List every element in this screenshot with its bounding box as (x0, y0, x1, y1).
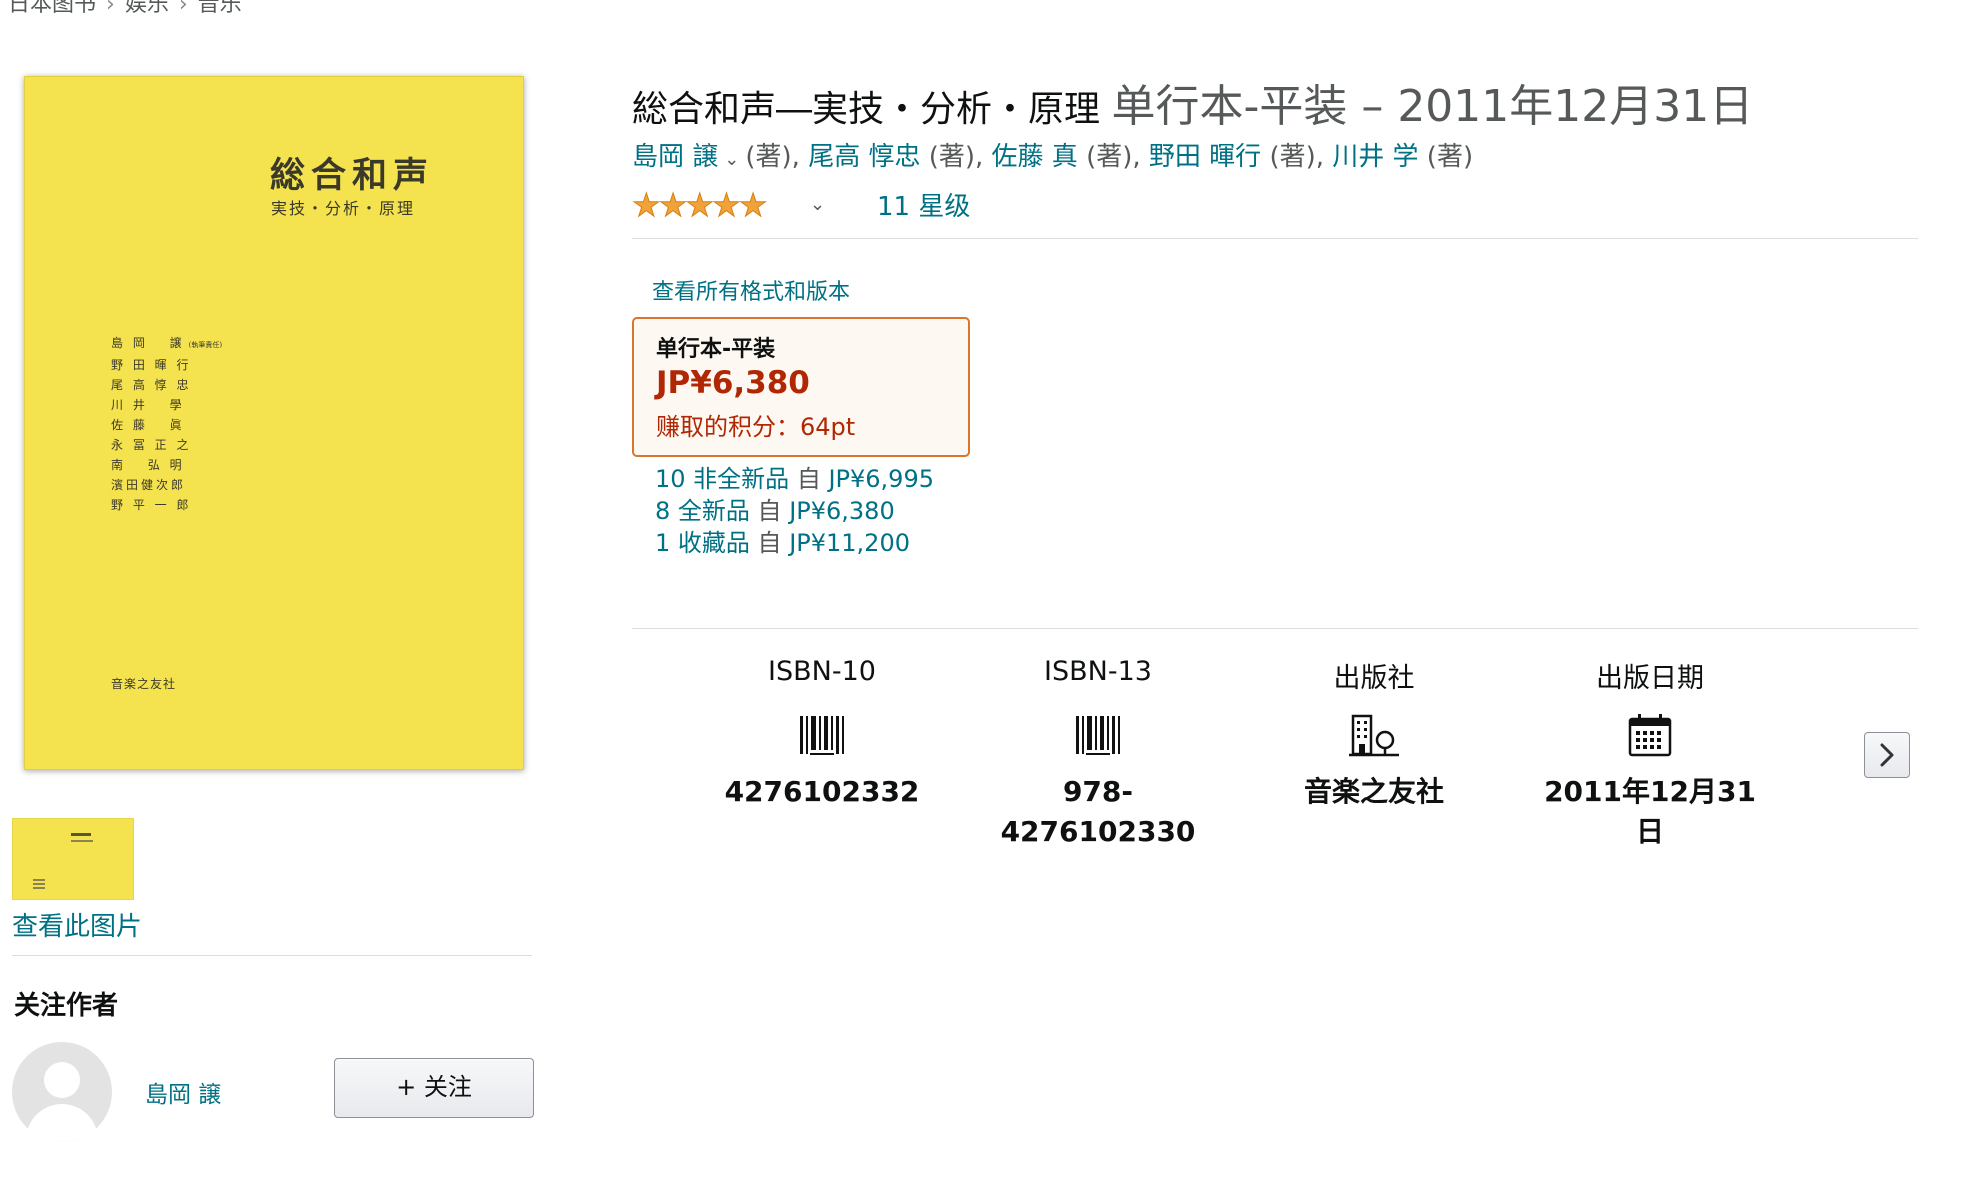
offer-new: 8 全新品 自 JP¥6,380 (655, 497, 895, 525)
view-image-link[interactable]: 查看此图片 (12, 906, 142, 943)
see-all-formats-link[interactable]: 查看所有格式和版本 (652, 274, 850, 306)
details-next-button[interactable] (1864, 732, 1910, 778)
calendar-icon (1628, 714, 1672, 757)
author-link[interactable]: 佐藤 真 (992, 142, 1078, 172)
offer-new-price[interactable]: JP¥6,380 (789, 497, 895, 525)
detail-value: 日 (1635, 815, 1664, 848)
cover-author: 野 田 暉 行 (111, 358, 192, 372)
offer-new-link[interactable]: 8 全新品 (655, 497, 750, 525)
author-link[interactable]: 尾高 惇忠 (808, 142, 920, 172)
cover-author: 永 冨 正 之 (111, 438, 192, 452)
breadcrumb: 日本图书 › 娱乐 › 音乐 (8, 0, 242, 18)
author-role: (著), (1086, 142, 1141, 172)
author-link[interactable]: 野田 暉行 (1149, 142, 1261, 172)
cover-author: 野 平 一 郎 (111, 498, 192, 512)
author-role: (著), (745, 142, 800, 172)
offer-used-link[interactable]: 10 非全新品 (655, 465, 789, 493)
offer-used-price[interactable]: JP¥6,995 (828, 465, 934, 493)
follow-author-heading: 关注作者 (14, 991, 119, 1021)
author-name-link[interactable]: 島岡 譲 (145, 1075, 221, 1109)
detail-value: 4276102330 (1000, 815, 1196, 848)
cover-author: 南 弘 明 (111, 458, 185, 472)
detail-isbn13: ISBN-13 978- 4276102330 (978, 656, 1218, 856)
breadcrumb-item-music[interactable]: 音乐 (198, 0, 242, 17)
breadcrumb-item-entertainment[interactable]: 娱乐 (125, 0, 169, 17)
cover-author-list: 島 岡 譲 (執筆責任) 野 田 暉 行 尾 高 惇 忠 川 井 學 佐 藤 眞 … (111, 333, 222, 515)
detail-label: ISBN-13 (1044, 656, 1152, 687)
cover-publisher: 音楽之友社 (111, 677, 177, 691)
ratings-count-link[interactable]: 11 星级 (877, 186, 970, 223)
author-role: (著), (928, 142, 984, 172)
star-icon: ★ (738, 186, 768, 225)
detail-value: 4276102332 (724, 775, 920, 808)
offer-collectible-link[interactable]: 1 收藏品 (655, 529, 750, 557)
swatch-format-name: 单行本-平装 (656, 337, 776, 362)
detail-value: 音楽之友社 (1303, 775, 1444, 808)
barcode-icon (800, 716, 844, 755)
divider (632, 238, 1918, 239)
barcode-icon (1076, 716, 1120, 755)
detail-publisher: 出版社 音楽之友社 (1254, 656, 1494, 856)
chevron-down-icon[interactable]: ⌄ (810, 194, 825, 215)
detail-isbn10: ISBN-10 4276102332 (702, 656, 942, 856)
star-icon: ★ (632, 186, 662, 225)
cover-title: 総合和声 (270, 155, 435, 196)
building-icon (1349, 714, 1399, 757)
cover-author: 濱田健次郎 (111, 478, 187, 492)
chevron-right-icon (1880, 743, 1894, 767)
star-icon: ★ (658, 186, 688, 225)
detail-label: ISBN-10 (768, 656, 876, 687)
detail-label: 出版日期 (1596, 663, 1704, 694)
divider (12, 955, 532, 956)
star-rating[interactable]: ★★★★★ (632, 186, 768, 225)
swatch-points: 赚取的积分：64pt (656, 413, 856, 441)
breadcrumb-item-books[interactable]: 日本图书 (8, 0, 96, 17)
offer-collectible-price[interactable]: JP¥11,200 (789, 529, 910, 557)
cover-author: 川 井 學 (111, 398, 185, 412)
format-swatch-paperback[interactable]: 单行本-平装 JP¥6,380 赚取的积分：64pt (632, 317, 970, 457)
cover-subtitle: 実技・分析・原理 (271, 199, 416, 218)
chevron-right-icon: › (106, 0, 115, 17)
author-role: (著), (1269, 142, 1324, 172)
cover-thumbnail[interactable] (12, 818, 134, 900)
divider (632, 628, 1918, 629)
cover-author: 島 岡 譲 (執筆責任) (111, 336, 223, 350)
star-icon: ★ (685, 186, 715, 225)
author-byline: 島岡 譲 ⌄ (著), 尾高 惇忠 (著), 佐藤 真 (著), 野田 暉行 (著)… (632, 136, 1473, 173)
author-link[interactable]: 川井 学 (1332, 142, 1418, 172)
detail-label: 出版社 (1333, 663, 1415, 694)
chevron-down-icon[interactable]: ⌄ (724, 149, 739, 170)
avatar-body (26, 1104, 98, 1142)
detail-publication-date: 出版日期 2011年12月31 日 (1530, 656, 1770, 856)
swatch-price: JP¥6,380 (656, 365, 810, 401)
avatar-head (44, 1062, 80, 1098)
author-avatar[interactable] (12, 1042, 112, 1142)
author-role: (著) (1426, 142, 1474, 172)
offer-list: 10 非全新品 自 JP¥6,995 8 全新品 自 JP¥6,380 1 收藏… (655, 463, 934, 559)
detail-value: 2011年12月31 (1544, 775, 1756, 808)
book-cover-image[interactable]: 総合和声 実技・分析・原理 島 岡 譲 (執筆責任) 野 田 暉 行 尾 高 惇 … (24, 76, 524, 770)
cover-author: 尾 高 惇 忠 (111, 378, 192, 392)
offer-used: 10 非全新品 自 JP¥6,995 (655, 465, 934, 493)
detail-value: 978- (1062, 775, 1134, 808)
product-format-date: 单行本-平装 – 2011年12月31日 (1111, 81, 1754, 132)
author-link[interactable]: 島岡 譲 (632, 142, 718, 172)
offer-collectible: 1 收藏品 自 JP¥11,200 (655, 529, 910, 557)
product-title-text: 総合和声―実技・分析・原理 (632, 89, 1101, 130)
chevron-right-icon: › (178, 0, 188, 17)
star-icon: ★ (712, 186, 742, 225)
product-title: 総合和声―実技・分析・原理 单行本-平装 – 2011年12月31日 (632, 70, 1753, 134)
follow-author-button[interactable]: + 关注 (334, 1058, 534, 1118)
cover-author: 佐 藤 眞 (111, 418, 185, 432)
